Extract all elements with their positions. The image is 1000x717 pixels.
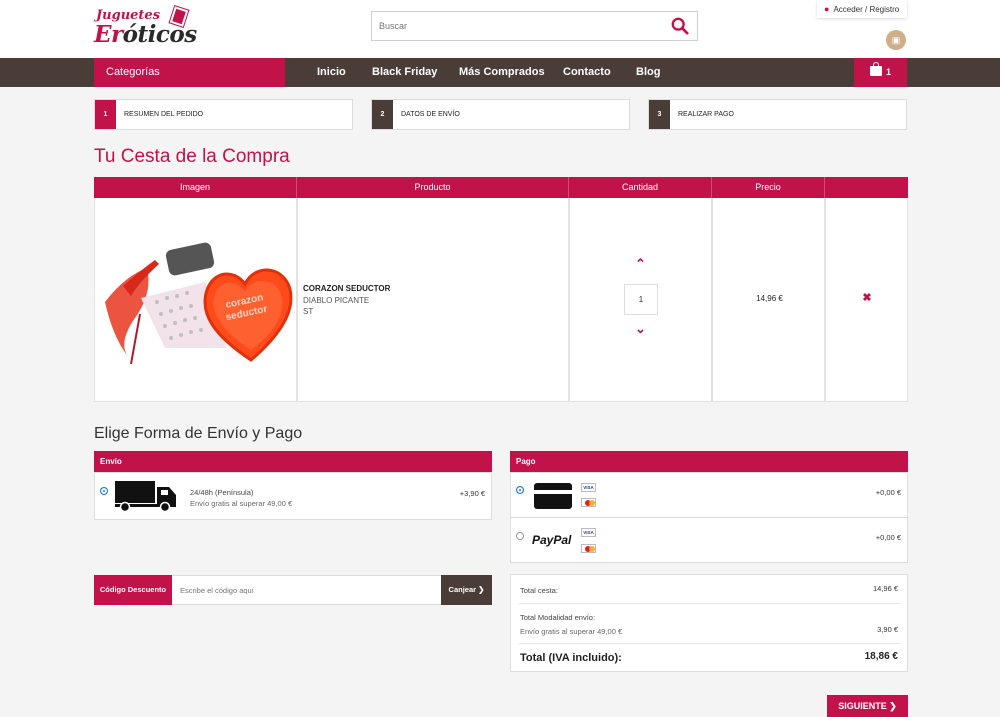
nav-link-inicio[interactable]: Inicio [317,58,346,87]
divider [519,643,901,644]
quantity-decrease-icon[interactable]: ⌄ [635,322,646,335]
shipping-total-label: Total Modalidad envío: [520,613,596,622]
order-totals: Total cesta: 14,96 € Total Modalidad env… [510,574,908,672]
mastercard-icon [581,498,596,507]
visa-icon: VISA [581,528,596,537]
product-info-cell: CORAZON SEDUCTOR DIABLO PICANTE ST [297,198,569,402]
nav-link-blog[interactable]: Blog [636,58,660,87]
column-header-price: Precio [712,177,825,198]
product-name[interactable]: CORAZON SEDUCTOR [303,283,390,295]
chevron-right-icon: ❯ [478,585,485,594]
paypal-logo: PayPal [532,533,572,547]
remove-cell: ✖ [825,198,908,402]
cart-title: Tu Cesta de la Compra [94,146,290,167]
step-order-summary: 1 RESUMEN DEL PEDIDO [94,99,353,130]
step-label: DATOS DE ENVÍO [401,111,460,118]
next-label: SIGUIENTE [838,701,887,711]
mastercard-icon [581,544,596,553]
shopping-bag-icon [869,62,882,76]
cart-table: Imagen Producto Cantidad Precio corazon … [94,177,908,402]
payment-card-price: +0,00 € [875,488,901,497]
shipping-radio[interactable] [100,487,108,495]
column-header-actions [825,177,908,198]
product-brand: DIABLO PICANTE [303,295,370,305]
login-register-link[interactable]: ● Acceder / Registro [817,0,907,18]
logo-line-2: Eróticos [94,21,197,48]
shipping-free-note: Envío gratis al superar 49,00 € [190,499,293,508]
step-number: 1 [95,100,116,129]
shipping-price: +3,90 € [459,489,485,498]
step-label: REALIZAR PAGO [678,111,734,118]
instagram-icon[interactable]: ▣ [886,30,906,50]
search-input[interactable] [372,12,662,40]
shipping-total-note: Envío gratis al superar 49,00 € [520,627,623,636]
coupon-label: Código Descuento [94,575,172,605]
redeem-coupon-button[interactable]: Canjear ❯ [441,575,492,605]
column-header-image: Imagen [94,177,297,198]
payment-card-radio[interactable] [516,486,524,494]
cart-total-label: Total cesta: [520,586,558,595]
payment-paypal-radio[interactable] [516,532,524,540]
payment-header: Pago [510,451,908,472]
column-header-product: Producto [297,177,569,198]
product-image-cell: corazon seductor [94,198,297,402]
shipping-payment-title: Elige Forma de Envío y Pago [94,425,303,442]
cart-total-value: 14,96 € [872,584,898,593]
redeem-label: Canjear [448,585,477,594]
delivery-truck-icon [115,481,176,513]
column-header-quantity: Cantidad [569,177,712,198]
shipping-total-value: 3,90 € [877,625,898,634]
site-logo[interactable]: Juguetes Eróticos [94,6,200,52]
grand-total-value: 18,86 € [864,651,898,662]
credit-card-icon [534,483,572,509]
product-image[interactable]: corazon seductor [95,198,298,401]
product-details: CORAZON SEDUCTOR DIABLO PICANTE ST [303,283,390,318]
payment-paypal-price: +0,00 € [875,533,901,542]
search-icon[interactable] [671,17,689,35]
cart-count: 1 [885,67,891,77]
nav-link-mas-comprados[interactable]: Más Comprados [459,58,545,87]
nav-link-contacto[interactable]: Contacto [563,58,611,87]
search-box [371,11,698,41]
shipping-option[interactable]: 24/48h (Península) Envío gratis al super… [94,472,492,520]
categories-menu[interactable]: Categorías [94,58,285,87]
divider [519,603,901,604]
remove-item-icon[interactable]: ✖ [861,292,873,304]
shipping-name: 24/48h (Península) [190,488,254,497]
product-price: 14,96 € [756,294,783,303]
shipping-header: Envío [94,451,492,472]
visa-icon: VISA [581,483,596,492]
cart-button[interactable]: 1 [854,58,907,87]
payment-option-card[interactable]: VISA +0,00 € [510,472,908,518]
quantity-input[interactable] [624,284,658,315]
step-number: 3 [649,100,670,129]
payment-option-paypal[interactable]: PayPal VISA +0,00 € [510,517,908,563]
price-cell: 14,96 € [712,198,825,402]
quantity-increase-icon[interactable]: ⌃ [635,257,646,270]
user-icon: ● [824,4,830,14]
step-number: 2 [372,100,393,129]
chevron-right-icon: ❯ [889,701,897,711]
step-shipping-data: 2 DATOS DE ENVÍO [371,99,630,130]
step-label: RESUMEN DEL PEDIDO [124,111,204,118]
grand-total-label: Total (IVA incluido): [520,652,622,664]
login-label: Acceder / Registro [833,5,900,14]
nav-link-black-friday[interactable]: Black Friday [372,58,437,87]
product-sku: ST [303,307,314,316]
quantity-cell: ⌃ ⌄ [569,198,712,402]
step-payment: 3 REALIZAR PAGO [648,99,907,130]
coupon-input[interactable] [172,575,442,605]
